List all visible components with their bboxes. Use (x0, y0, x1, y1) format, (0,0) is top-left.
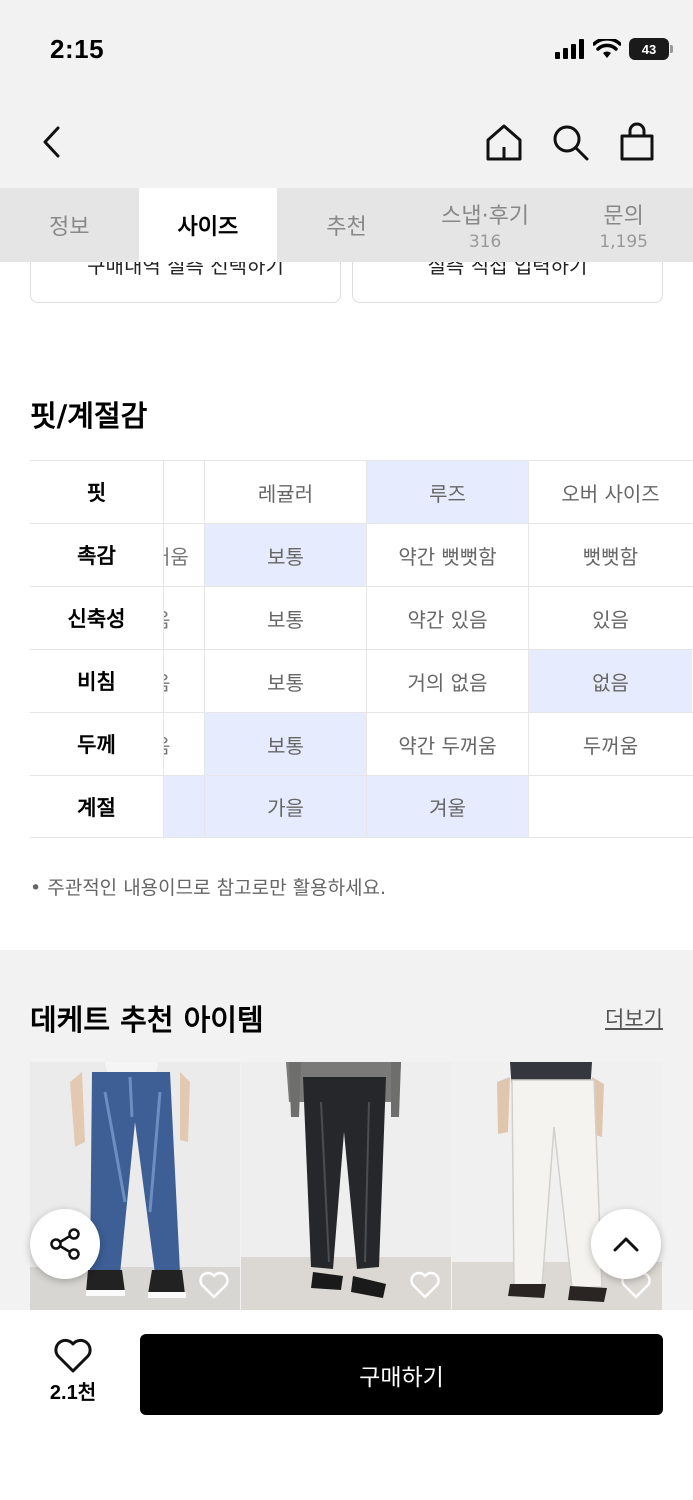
clipped-cell: 음 (164, 587, 205, 649)
status-time: 2:15 (50, 34, 105, 64)
clipped-cell: 음 (164, 650, 205, 712)
tab-inquiry[interactable]: 문의 1,195 (554, 188, 693, 262)
scroll-top-button[interactable] (591, 1209, 661, 1279)
option-cell: 약간 있음 (367, 587, 529, 649)
clipped-cell: 음 (164, 713, 205, 775)
option-cell: 보통 (205, 650, 367, 712)
recommend-title: 데케트 추천 아이템 (30, 1003, 264, 1037)
tab-info[interactable]: 정보 (0, 188, 139, 262)
chevron-up-icon (613, 1237, 639, 1252)
table-row: 신축성 음 보통 약간 있음 있음 (30, 586, 693, 649)
direct-size-input-button[interactable]: 실측 직접 입력하기 (352, 262, 663, 303)
option-cell-selected: 보통 (205, 524, 367, 586)
option-cell: 약간 뻣뻣함 (367, 524, 529, 586)
row-label: 핏 (30, 461, 164, 523)
heart-icon[interactable] (198, 1270, 230, 1300)
table-row: 계절 가을 겨울 (30, 775, 693, 838)
option-cell: 두꺼움 (582, 733, 639, 758)
clipped-cell (164, 461, 205, 523)
row-label: 비침 (30, 650, 164, 712)
row-label: 신축성 (30, 587, 164, 649)
cart-button[interactable] (615, 120, 659, 164)
back-button[interactable] (30, 120, 74, 164)
tab-label: 스냅·후기 (441, 204, 530, 229)
option-cell: 거의 없음 (367, 650, 529, 712)
product-carousel (30, 1062, 693, 1310)
share-button[interactable] (30, 1209, 100, 1279)
option-cell: 뻣뻣함 (582, 544, 639, 569)
tab-snap-review[interactable]: 스냅·후기 316 (416, 188, 555, 262)
shopping-bag-icon (620, 122, 654, 161)
home-button[interactable] (482, 120, 526, 164)
row-label: 계절 (30, 776, 164, 837)
tab-size[interactable]: 사이즈 (138, 188, 278, 262)
fit-table: 핏 레귤러 루즈 오버 사이즈 촉감 러움 보통 약간 뻣뻣함 뻣뻣함 신축성 … (30, 460, 693, 838)
button-label: 실측 직접 입력하기 (427, 262, 588, 278)
row-label: 촉감 (30, 524, 164, 586)
clipped-cell: 러움 (164, 524, 205, 586)
table-row: 핏 레귤러 루즈 오버 사이즈 (30, 460, 693, 523)
nav-bar (0, 95, 693, 188)
table-row: 비침 음 보통 거의 없음 없음 (30, 649, 693, 712)
tab-bar: 정보 사이즈 추천 스냅·후기 316 문의 1,195 (0, 188, 693, 262)
table-row: 촉감 러움 보통 약간 뻣뻣함 뻣뻣함 (30, 523, 693, 586)
option-cell: 레귤러 (205, 461, 367, 523)
search-icon (553, 125, 589, 161)
search-button[interactable] (548, 120, 592, 164)
wifi-icon (593, 39, 621, 58)
tab-label: 문의 (603, 204, 644, 229)
disclaimer-note: • 주관적인 내용이므로 참고로만 활용하세요. (30, 877, 387, 899)
home-icon (486, 124, 522, 161)
tab-label: 정보 (49, 215, 90, 240)
tab-count: 316 (468, 232, 502, 252)
option-cell-selected: 없음 (529, 650, 692, 712)
more-link[interactable]: 더보기 (605, 1003, 663, 1033)
heart-icon (54, 1338, 92, 1373)
like-button[interactable]: 2.1천 (40, 1338, 106, 1405)
signal-icon (555, 39, 584, 59)
tab-count: 1,195 (599, 232, 648, 252)
option-cell: 약간 두꺼움 (367, 713, 529, 775)
option-cell: 보통 (205, 587, 367, 649)
chevron-left-icon (43, 126, 60, 158)
option-cell (529, 776, 692, 837)
tab-label: 사이즈 (177, 215, 239, 240)
share-icon (50, 1228, 80, 1260)
status-icons: 43 (555, 38, 673, 60)
product-card[interactable] (241, 1062, 451, 1310)
battery-icon: 43 (629, 38, 673, 60)
bottom-action-bar: 2.1천 구매하기 (0, 1310, 693, 1500)
option-cell-selected: 겨울 (367, 776, 529, 837)
tab-label: 추천 (326, 215, 367, 240)
option-cell-selected: 보통 (205, 713, 367, 775)
option-cell-selected: 가을 (205, 776, 367, 837)
table-row: 두께 음 보통 약간 두꺼움 두꺼움 (30, 712, 693, 775)
status-bar: 2:15 43 (0, 0, 693, 95)
heart-icon[interactable] (409, 1270, 441, 1300)
option-cell: 오버 사이즈 (561, 481, 660, 506)
row-label: 두께 (30, 713, 164, 775)
option-cell: 있음 (592, 607, 629, 632)
fit-section-title: 핏/계절감 (30, 399, 148, 433)
clipped-cell (164, 776, 205, 837)
tab-recommend[interactable]: 추천 (277, 188, 416, 262)
purchase-history-size-button[interactable]: 구매내역 실측 선택하기 (30, 262, 341, 303)
option-cell-selected: 루즈 (367, 461, 529, 523)
button-label: 구매내역 실측 선택하기 (87, 262, 284, 278)
buy-button[interactable]: 구매하기 (140, 1334, 663, 1415)
like-count: 2.1천 (49, 1382, 97, 1404)
